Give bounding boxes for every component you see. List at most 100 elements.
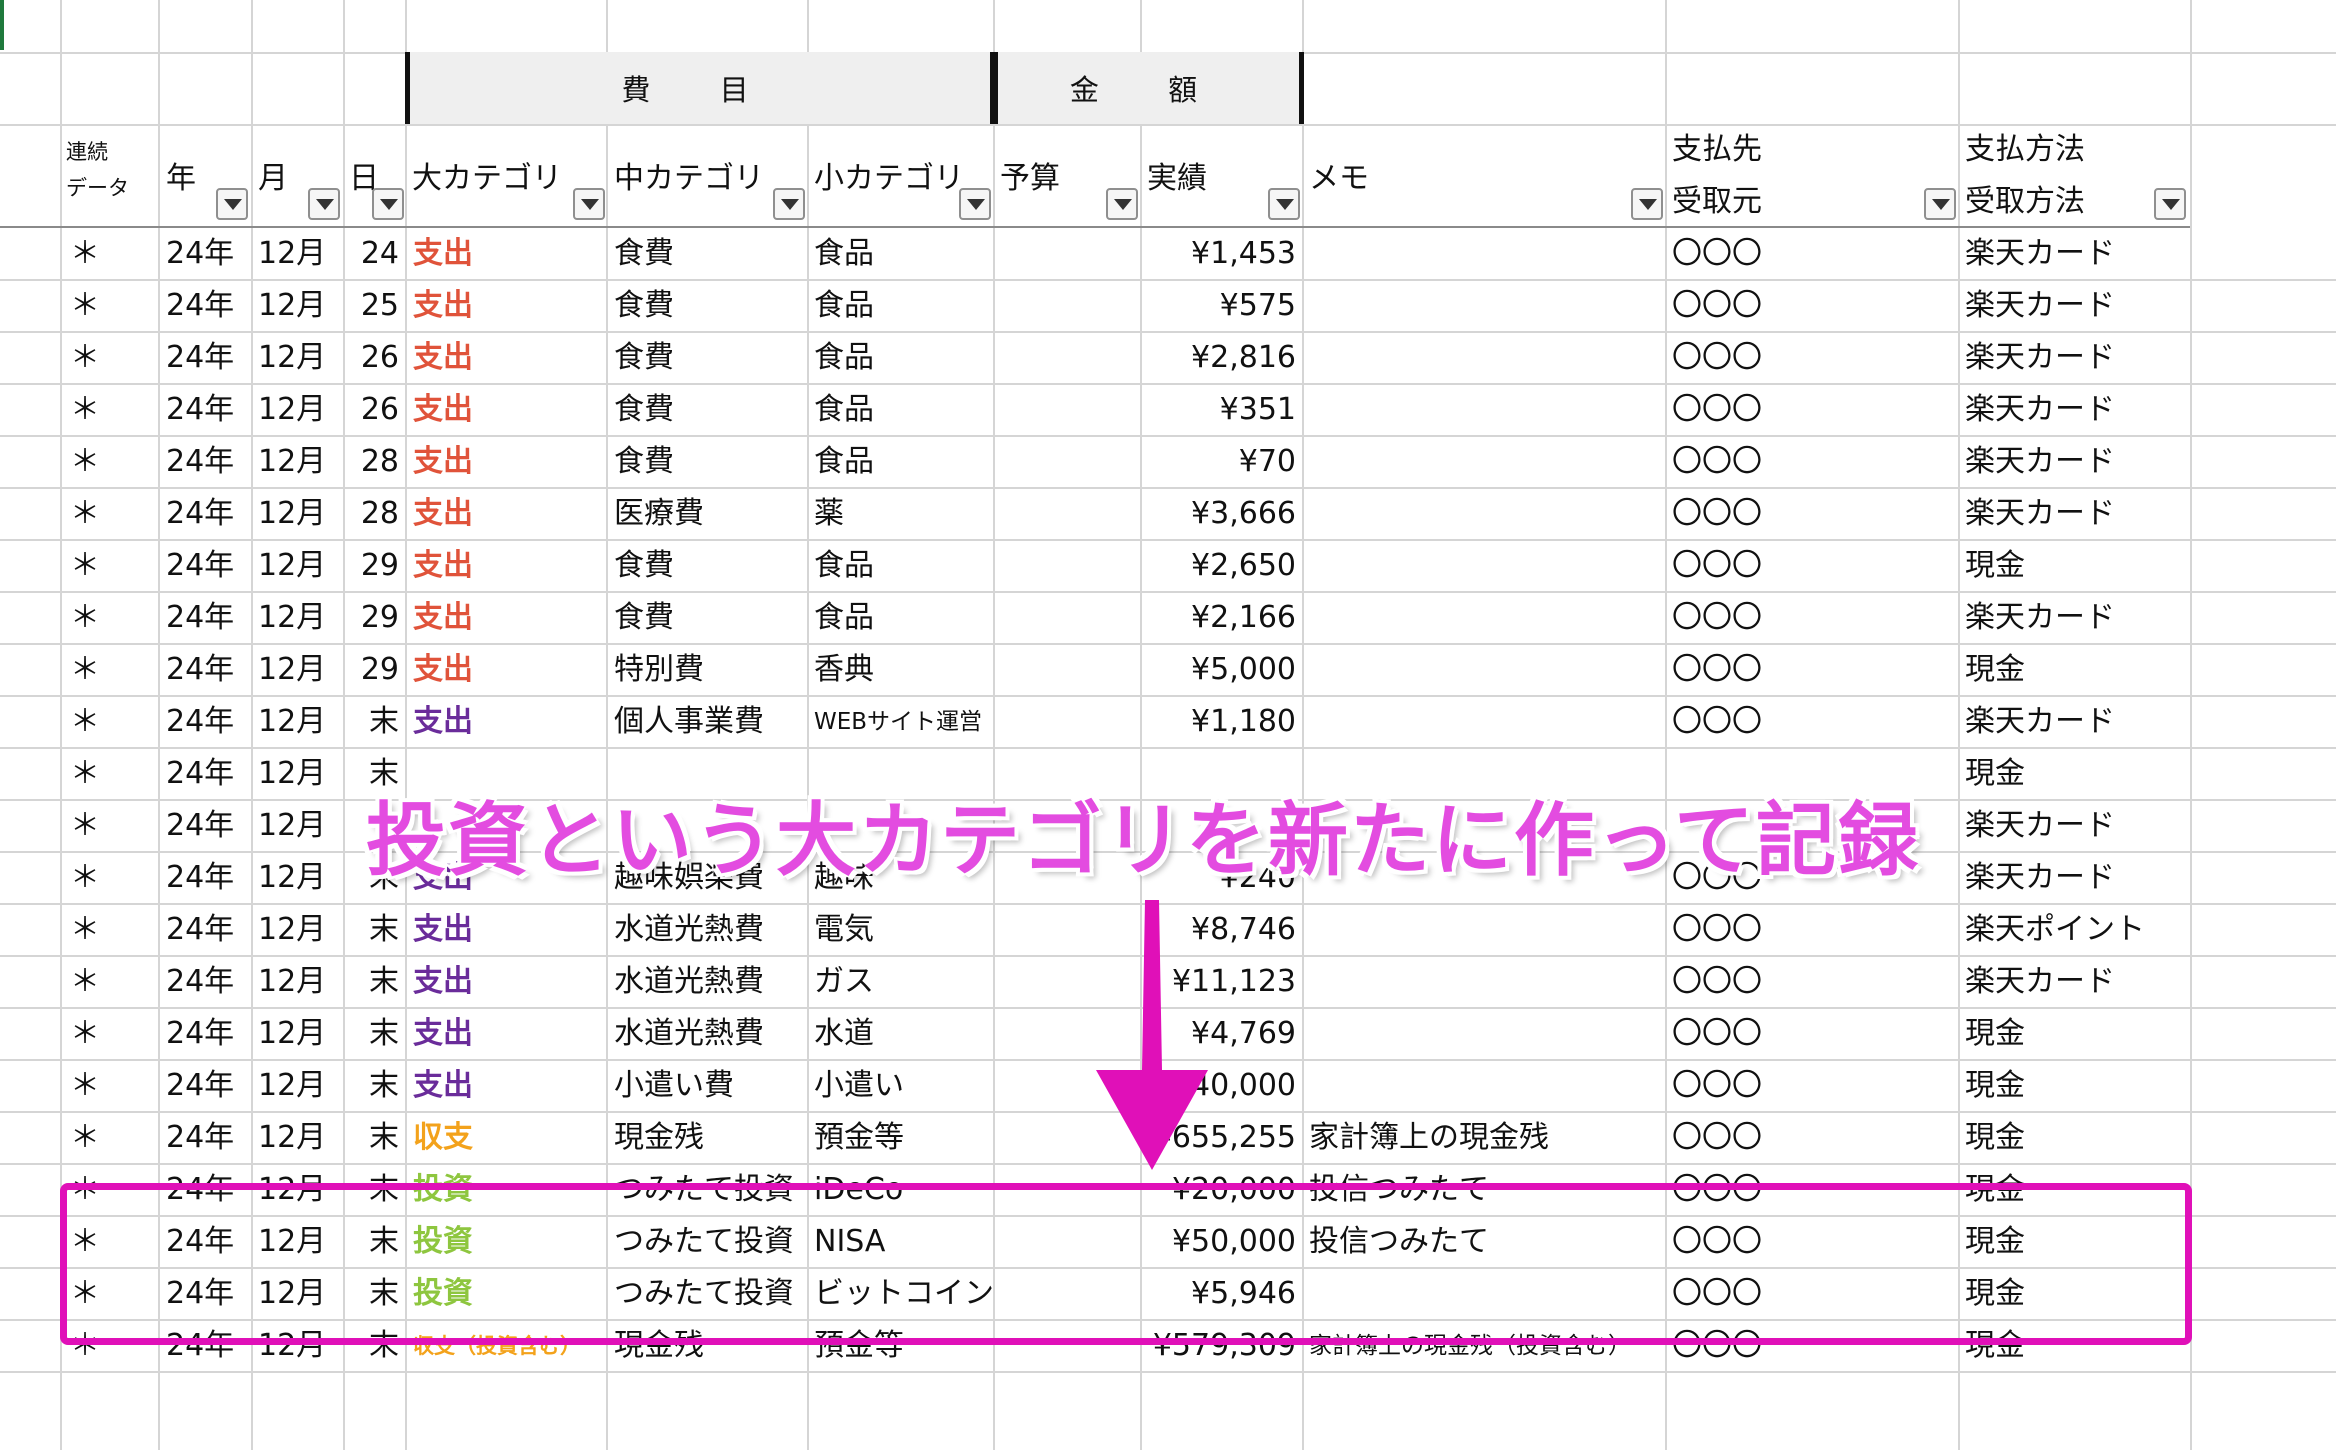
flag-cell[interactable]: ＊ [70,644,150,696]
mid-category-cell[interactable]: 特別費 [614,644,804,696]
flag-cell[interactable]: ＊ [70,384,150,436]
month-cell[interactable]: 12月 [258,800,343,852]
sub-category-cell[interactable]: 食品 [814,384,992,436]
month-cell[interactable]: 12月 [258,280,343,332]
major-category-cell[interactable]: 支出 [413,904,603,956]
memo-cell[interactable] [1309,280,1664,332]
sub-category-cell[interactable]: 薬 [814,488,992,540]
actual-cell[interactable]: ¥2,650 [1144,540,1296,592]
memo-cell[interactable] [1309,228,1664,280]
month-cell[interactable]: 12月 [258,1008,343,1060]
payment-method-cell[interactable]: 現金 [1965,1060,2189,1112]
sub-category-cell[interactable]: 食品 [814,540,992,592]
year-cell[interactable]: 24年 [166,1112,251,1164]
filter-dropdown-memo[interactable] [1631,188,1663,220]
filter-dropdown-month[interactable] [308,188,340,220]
month-cell[interactable]: 12月 [258,332,343,384]
flag-cell[interactable]: ＊ [70,748,150,800]
payee-cell[interactable]: 〇〇〇 [1672,436,1957,488]
day-cell[interactable]: 29 [343,540,399,592]
memo-cell[interactable] [1309,488,1664,540]
sub-category-cell[interactable]: 食品 [814,280,992,332]
filter-dropdown-budget[interactable] [1106,188,1138,220]
budget-cell[interactable] [1000,228,1138,280]
actual-cell[interactable]: ¥2,816 [1144,332,1296,384]
payee-cell[interactable]: 〇〇〇 [1672,540,1957,592]
flag-cell[interactable]: ＊ [70,852,150,904]
year-cell[interactable]: 24年 [166,800,251,852]
payment-method-cell[interactable]: 楽天カード [1965,852,2189,904]
payment-method-cell[interactable]: 楽天カード [1965,800,2189,852]
year-cell[interactable]: 24年 [166,592,251,644]
filter-dropdown-mid-category[interactable] [773,188,805,220]
actual-cell[interactable]: ¥1,180 [1144,696,1296,748]
month-cell[interactable]: 12月 [258,436,343,488]
month-cell[interactable]: 12月 [258,644,343,696]
budget-cell[interactable] [1000,644,1138,696]
day-cell[interactable]: 29 [343,644,399,696]
flag-cell[interactable]: ＊ [70,436,150,488]
payee-cell[interactable]: 〇〇〇 [1672,332,1957,384]
budget-cell[interactable] [1000,540,1138,592]
major-category-cell[interactable]: 支出 [413,488,603,540]
memo-cell[interactable] [1309,540,1664,592]
payment-method-cell[interactable]: 現金 [1965,540,2189,592]
flag-cell[interactable]: ＊ [70,592,150,644]
payee-cell[interactable]: 〇〇〇 [1672,956,1957,1008]
payment-method-cell[interactable]: 楽天カード [1965,280,2189,332]
payee-cell[interactable]: 〇〇〇 [1672,592,1957,644]
memo-cell[interactable] [1309,644,1664,696]
sub-category-cell[interactable]: 食品 [814,228,992,280]
payment-method-cell[interactable]: 現金 [1965,644,2189,696]
month-cell[interactable]: 12月 [258,384,343,436]
flag-cell[interactable]: ＊ [70,540,150,592]
sub-category-cell[interactable]: 水道 [814,1008,992,1060]
mid-category-cell[interactable]: 食費 [614,332,804,384]
memo-cell[interactable] [1309,332,1664,384]
budget-cell[interactable] [1000,488,1138,540]
filter-dropdown-major-category[interactable] [573,188,605,220]
year-cell[interactable]: 24年 [166,384,251,436]
payee-cell[interactable]: 〇〇〇 [1672,488,1957,540]
memo-cell[interactable] [1309,904,1664,956]
year-cell[interactable]: 24年 [166,1008,251,1060]
filter-dropdown-sub-category[interactable] [959,188,991,220]
flag-cell[interactable]: ＊ [70,332,150,384]
actual-cell[interactable]: ¥70 [1144,436,1296,488]
mid-category-cell[interactable]: 食費 [614,540,804,592]
budget-cell[interactable] [1000,332,1138,384]
major-category-cell[interactable]: 支出 [413,384,603,436]
mid-category-cell[interactable]: 食費 [614,280,804,332]
flag-cell[interactable]: ＊ [70,696,150,748]
budget-cell[interactable] [1000,280,1138,332]
month-cell[interactable]: 12月 [258,904,343,956]
major-category-cell[interactable]: 支出 [413,540,603,592]
flag-cell[interactable]: ＊ [70,956,150,1008]
payee-cell[interactable]: 〇〇〇 [1672,644,1957,696]
filter-dropdown-year[interactable] [216,188,248,220]
year-cell[interactable]: 24年 [166,436,251,488]
payment-method-cell[interactable]: 楽天カード [1965,592,2189,644]
major-category-cell[interactable]: 支出 [413,332,603,384]
payment-method-cell[interactable]: 楽天カード [1965,488,2189,540]
mid-category-cell[interactable]: 食費 [614,436,804,488]
sub-category-cell[interactable]: WEBサイト運営 [814,696,992,748]
sub-category-cell[interactable]: 預金等 [814,1112,992,1164]
filter-dropdown-actual[interactable] [1268,188,1300,220]
year-cell[interactable]: 24年 [166,748,251,800]
filter-dropdown-payee[interactable] [1924,188,1956,220]
actual-cell[interactable]: ¥1,453 [1144,228,1296,280]
year-cell[interactable]: 24年 [166,644,251,696]
sub-category-cell[interactable]: 食品 [814,592,992,644]
major-category-cell[interactable]: 支出 [413,644,603,696]
year-cell[interactable]: 24年 [166,488,251,540]
major-category-cell[interactable]: 支出 [413,280,603,332]
day-cell[interactable]: 28 [343,436,399,488]
flag-cell[interactable]: ＊ [70,228,150,280]
day-cell[interactable]: 29 [343,592,399,644]
payee-cell[interactable]: 〇〇〇 [1672,1112,1957,1164]
flag-cell[interactable]: ＊ [70,1008,150,1060]
year-cell[interactable]: 24年 [166,540,251,592]
flag-cell[interactable]: ＊ [70,1060,150,1112]
day-cell[interactable]: 24 [343,228,399,280]
